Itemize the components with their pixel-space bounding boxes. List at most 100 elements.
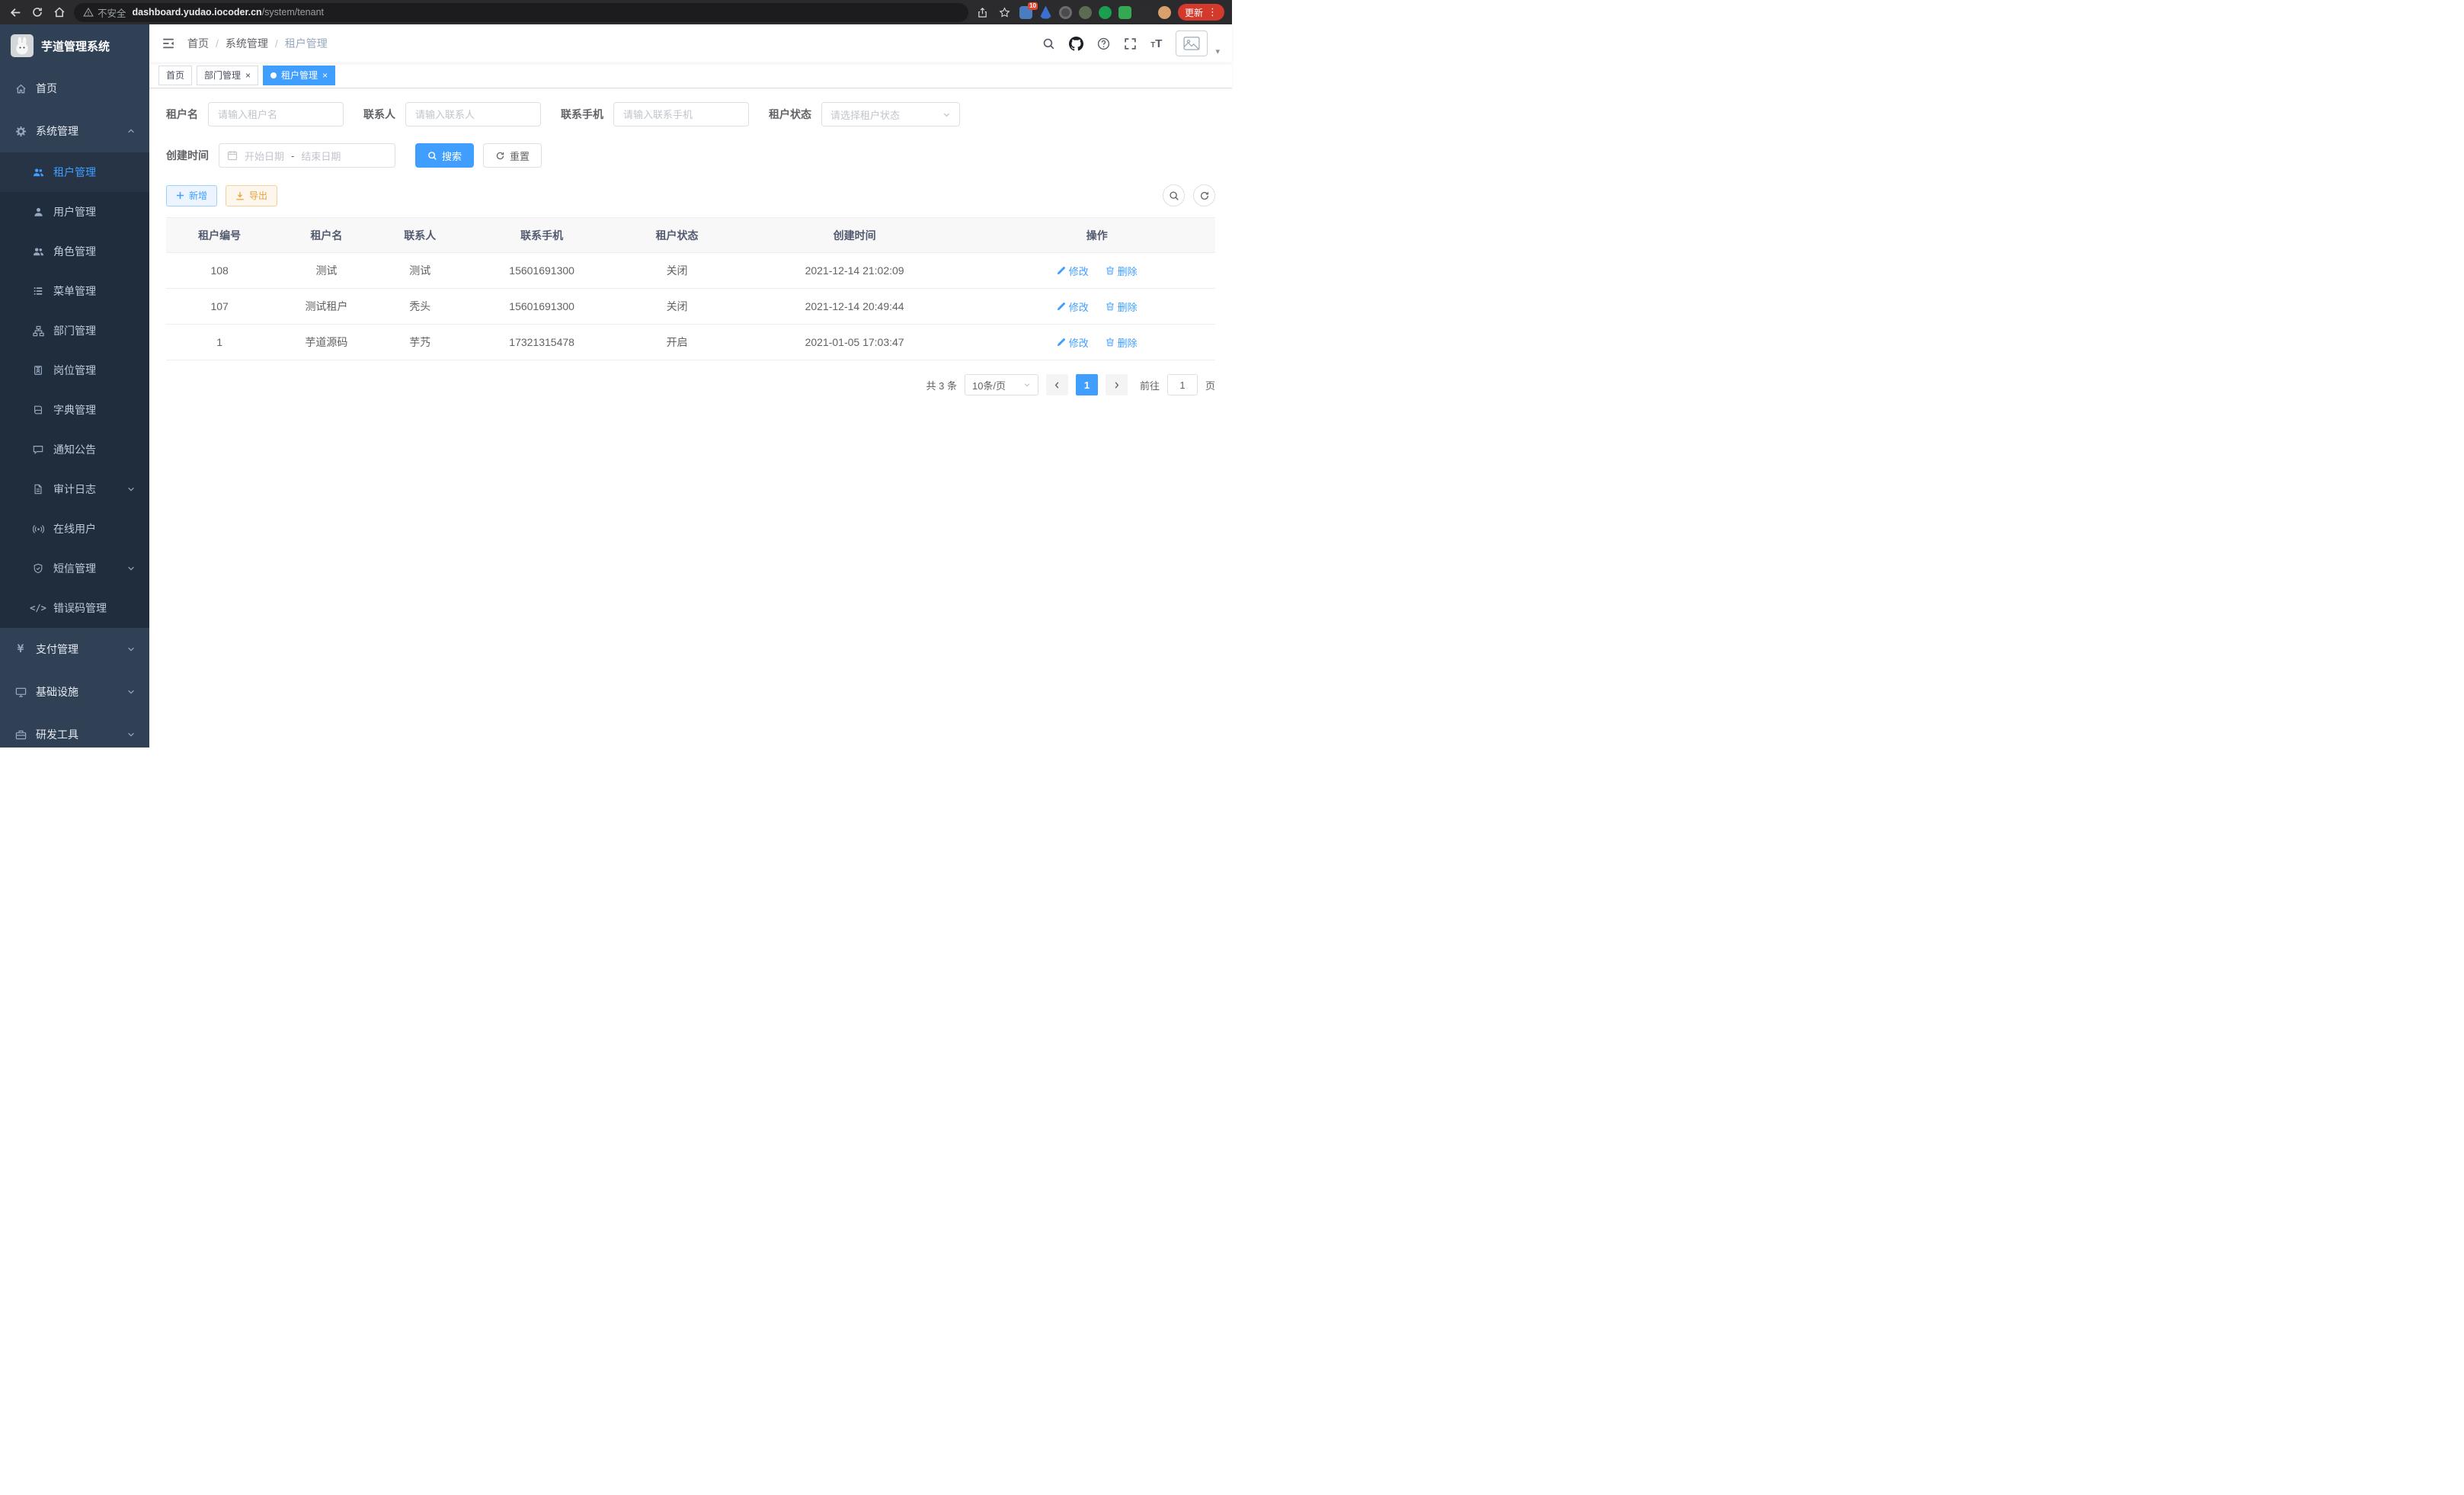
cell-phone: 17321315478	[460, 325, 624, 360]
close-icon[interactable]: ×	[245, 71, 251, 80]
extension-icon-1[interactable]: 10	[1019, 6, 1032, 19]
sidebar-item-audit-log[interactable]: 审计日志	[0, 469, 149, 509]
sidebar-item-dict[interactable]: 字典管理	[0, 390, 149, 430]
breadcrumb-system[interactable]: 系统管理	[226, 36, 268, 51]
monitor-icon	[14, 686, 27, 698]
column-header: 联系手机	[460, 218, 624, 253]
sidebar-item-post[interactable]: 岗位管理	[0, 351, 149, 390]
chevron-down-icon	[942, 110, 951, 119]
sidebar-item-menu[interactable]: 菜单管理	[0, 271, 149, 311]
add-button-label: 新增	[189, 189, 207, 202]
column-header: 租户编号	[166, 218, 273, 253]
sidebar-item-user[interactable]: 用户管理	[0, 192, 149, 232]
table-header-row: 租户编号 租户名 联系人 联系手机 租户状态 创建时间 操作	[166, 218, 1215, 253]
sidebar-item-dept[interactable]: 部门管理	[0, 311, 149, 351]
tab-tenant[interactable]: 租户管理 ×	[263, 66, 335, 85]
reset-button-label: 重置	[510, 149, 530, 163]
chevron-down-icon	[127, 731, 135, 738]
delete-link[interactable]: 删除	[1106, 264, 1138, 278]
home-icon[interactable]	[52, 5, 67, 20]
sidebar-item-online-users[interactable]: 在线用户	[0, 509, 149, 549]
security-status[interactable]: 不安全	[83, 5, 126, 20]
logo-image	[11, 34, 34, 57]
extension-icon-3[interactable]	[1059, 6, 1072, 19]
sidebar-item-role[interactable]: 角色管理	[0, 232, 149, 271]
profile-avatar-icon[interactable]	[1158, 6, 1171, 19]
sidebar-item-payment[interactable]: ¥ 支付管理	[0, 628, 149, 671]
sidebar-item-dev-tools[interactable]: 研发工具	[0, 713, 149, 748]
page-number-button[interactable]: 1	[1076, 374, 1098, 395]
help-icon[interactable]	[1097, 37, 1110, 50]
navbar: 首页 / 系统管理 / 租户管理	[149, 24, 1232, 62]
url-bar[interactable]: 不安全 dashboard.yudao.iocoder.cn/system/te…	[74, 3, 968, 22]
export-button[interactable]: 导出	[226, 185, 277, 206]
prev-page-button[interactable]	[1046, 374, 1068, 395]
back-icon[interactable]	[8, 5, 23, 20]
sidebar-item-sms[interactable]: 短信管理	[0, 549, 149, 588]
extension-icon-4[interactable]	[1079, 6, 1092, 19]
sidebar-item-home[interactable]: 首页	[0, 67, 149, 110]
search-icon[interactable]	[1042, 37, 1055, 50]
sidebar-item-label: 菜单管理	[53, 283, 96, 299]
sidebar-item-error-code[interactable]: </> 错误码管理	[0, 588, 149, 628]
tab-label: 部门管理	[204, 69, 241, 82]
filter-status: 租户状态 请选择租户状态	[769, 102, 960, 126]
sidebar-item-infrastructure[interactable]: 基础设施	[0, 671, 149, 713]
sidebar-item-label: 部门管理	[53, 323, 96, 338]
next-page-button[interactable]	[1106, 374, 1128, 395]
share-icon[interactable]	[975, 5, 990, 20]
goto-page-input[interactable]	[1167, 374, 1198, 395]
hide-search-button[interactable]	[1163, 184, 1185, 206]
tab-home[interactable]: 首页	[158, 66, 192, 85]
delete-link[interactable]: 删除	[1106, 335, 1138, 350]
reload-icon[interactable]	[30, 5, 45, 20]
refresh-table-button[interactable]	[1193, 184, 1215, 206]
breadcrumb-home[interactable]: 首页	[187, 36, 209, 51]
caret-down-icon[interactable]: ▾	[1215, 46, 1220, 56]
browser-chrome: 不安全 dashboard.yudao.iocoder.cn/system/te…	[0, 0, 1232, 24]
column-header: 租户名	[273, 218, 379, 253]
breadcrumb-separator: /	[275, 37, 278, 50]
extension-icon-5[interactable]	[1099, 6, 1112, 19]
reset-button[interactable]: 重置	[483, 143, 542, 168]
close-icon[interactable]: ×	[322, 71, 328, 80]
browser-update-button[interactable]: 更新 ⋮	[1178, 4, 1224, 21]
date-range-picker[interactable]: 开始日期 - 结束日期	[219, 143, 395, 168]
extension-icon-6[interactable]	[1118, 6, 1131, 19]
edit-link[interactable]: 修改	[1057, 264, 1089, 278]
contact-input[interactable]	[405, 102, 541, 126]
tab-dept[interactable]: 部门管理 ×	[197, 66, 258, 85]
bookmark-star-icon[interactable]	[997, 5, 1013, 20]
phone-input[interactable]	[613, 102, 749, 126]
sidebar-item-system[interactable]: 系统管理	[0, 110, 149, 152]
tags-bar: 首页 部门管理 × 租户管理 ×	[149, 62, 1232, 88]
extension-icon-2[interactable]	[1039, 6, 1052, 19]
url-text: dashboard.yudao.iocoder.cn/system/tenant	[133, 7, 324, 18]
date-separator: -	[291, 150, 294, 162]
add-button[interactable]: 新增	[166, 185, 217, 206]
extension-icon-7[interactable]	[1138, 6, 1151, 19]
search-button[interactable]: 搜索	[415, 143, 474, 168]
sidebar-item-notice[interactable]: 通知公告	[0, 430, 149, 469]
delete-link[interactable]: 删除	[1106, 299, 1138, 314]
sidebar-item-tenant[interactable]: 租户管理	[0, 152, 149, 192]
cell-created: 2021-01-05 17:03:47	[731, 325, 979, 360]
browser-menu-icon[interactable]: ⋮	[1208, 6, 1218, 18]
tenant-name-input[interactable]	[208, 102, 344, 126]
status-select[interactable]: 请选择租户状态	[821, 102, 960, 126]
edit-link[interactable]: 修改	[1057, 299, 1089, 314]
github-icon[interactable]	[1069, 37, 1083, 51]
warning-icon	[83, 7, 94, 18]
user-avatar[interactable]	[1176, 30, 1208, 56]
edit-link[interactable]: 修改	[1057, 335, 1089, 350]
fullscreen-icon[interactable]	[1124, 37, 1137, 50]
chevron-down-icon	[127, 485, 135, 493]
cell-tenant-name: 测试	[273, 253, 379, 289]
page-size-select[interactable]: 10条/页	[965, 374, 1038, 395]
sidebar-toggle-icon[interactable]	[162, 37, 175, 50]
font-size-icon[interactable]: TT	[1150, 38, 1162, 50]
app-logo[interactable]: 芋道管理系统	[0, 24, 149, 67]
update-label: 更新	[1185, 6, 1203, 19]
cell-phone: 15601691300	[460, 289, 624, 325]
url-host: dashboard.yudao.iocoder.cn	[133, 7, 262, 18]
